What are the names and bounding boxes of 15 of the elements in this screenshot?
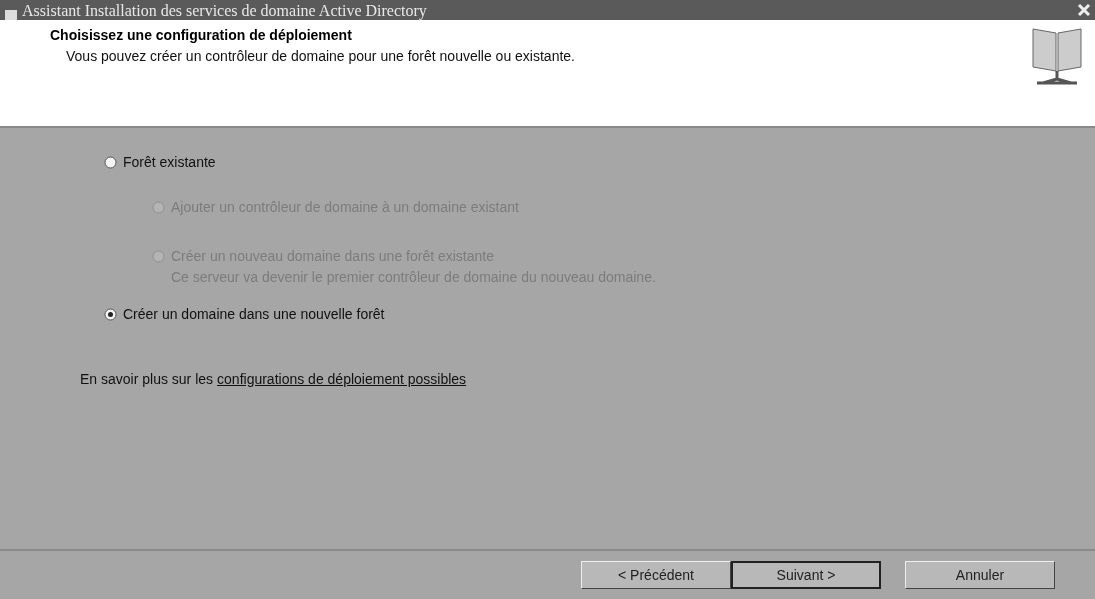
app-icon <box>4 9 18 20</box>
radio-button[interactable] <box>104 156 117 169</box>
option-label: Forêt existante <box>123 153 216 172</box>
help-text: En savoir plus sur les <box>80 370 214 389</box>
header-title: Choisissez une configuration de déploiement <box>50 26 353 45</box>
dialog-button[interactable]: Suivant > <box>731 561 881 589</box>
radio-button[interactable] <box>104 308 117 321</box>
dialog-button[interactable]: < Précédent <box>581 561 731 589</box>
option-label: Créer un domaine dans une nouvelle forêt <box>123 305 385 324</box>
book-icon <box>1029 25 1085 87</box>
window-title: Assistant Installation des services de domaine Active Directory <box>22 0 427 20</box>
help-link[interactable]: configurations de déploiement possibles <box>217 369 467 390</box>
header-subtitle: Vous pouvez créer un contrôleur de domaine pour une forêt nouvelle ou existante. <box>65 47 575 66</box>
dialog-button[interactable]: Annuler <box>905 561 1055 589</box>
close-icon[interactable] <box>1077 3 1091 16</box>
